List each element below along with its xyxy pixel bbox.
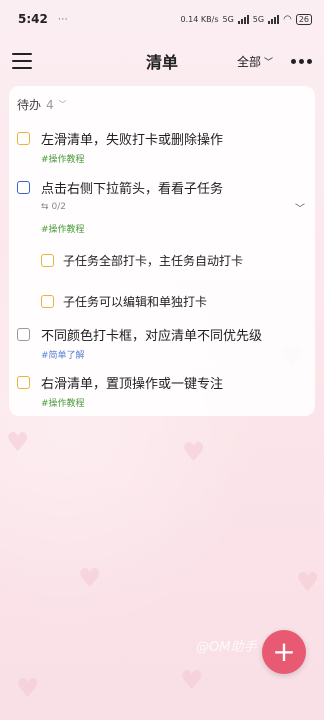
task-checkbox[interactable] [17,328,30,341]
wifi-icon: ◠ [283,13,292,25]
page-title: 清单 [145,53,178,72]
heart-decoration: ♥ [78,564,102,594]
heart-decoration: ♥ [180,666,204,696]
app-header: 清单 全部 ﹀ [0,40,324,82]
subtask-item[interactable]: 子任务全部打卡，主任务自动打卡 [9,248,315,278]
task-item[interactable]: 左滑清单，失败打卡或删除操作 #操作教程 [9,126,315,166]
task-checkbox[interactable] [17,181,30,194]
task-tag[interactable]: #简单了解 [41,348,85,361]
task-checkbox[interactable] [17,376,30,389]
signal-label: 5G [222,14,234,24]
more-icon[interactable] [291,58,312,64]
task-tag[interactable]: #操作教程 [41,152,85,165]
task-tag[interactable]: #操作教程 [41,222,85,235]
status-time: 5:42 [18,12,48,26]
subtask-item[interactable]: 子任务可以编辑和单独打卡 [9,289,315,319]
add-task-button[interactable]: + [262,630,306,674]
subtask-checkbox[interactable] [41,295,54,308]
signal-icon [268,14,280,24]
heart-decoration: ♥ [296,568,320,598]
heart-decoration: ♥ [16,674,40,704]
signal-icon [237,14,249,24]
task-title: 不同颜色打卡框，对应清单不同优先级 [41,329,263,344]
task-checkbox[interactable] [17,132,30,145]
task-item[interactable]: 右滑清单，置顶操作或一键专注 #操作教程 [9,370,315,410]
filter-label: 全部 [236,54,261,69]
status-icons: 0.14 KB/s 5G 5G ◠ 26 [180,13,312,25]
plus-icon: + [272,635,296,668]
heart-decoration: ♥ [182,438,206,468]
subtask-progress: ⇆ 0/2 [41,202,66,212]
subtask-icon: ⇆ [41,202,49,212]
expand-chevron-icon[interactable]: ﹀ [295,200,305,215]
chevron-down-icon: ﹀ [58,100,67,109]
net-speed: 0.14 KB/s [180,14,219,24]
heart-decoration: ♥ [6,428,30,458]
chevron-down-icon: ﹀ [263,57,273,68]
task-title: 点击右侧下拉箭头，看看子任务 [41,182,224,197]
task-title: 左滑清单，失败打卡或删除操作 [41,133,224,148]
subtask-title: 子任务可以编辑和单独打卡 [63,295,208,309]
section-header[interactable]: 待办 4 ﹀ [17,96,67,113]
signal-label: 5G [252,14,265,24]
subtask-checkbox[interactable] [41,254,54,267]
section-label: 待办 [17,98,42,112]
task-item[interactable]: 不同颜色打卡框，对应清单不同优先级 #简单了解 [9,322,315,362]
subtask-title: 子任务全部打卡，主任务自动打卡 [63,254,244,268]
section-count: 4 [46,97,54,112]
menu-icon[interactable] [12,53,32,69]
notification-dots: ⋯ [57,13,69,25]
task-tag[interactable]: #操作教程 [41,396,85,409]
battery-indicator: 26 [295,13,312,25]
filter-dropdown[interactable]: 全部 ﹀ [237,53,273,70]
task-title: 右滑清单，置顶操作或一键专注 [41,377,224,392]
status-bar: 5:42 ⋯ 0.14 KB/s 5G 5G ◠ 26 [0,0,324,38]
task-item[interactable]: 点击右侧下拉箭头，看看子任务 ⇆ 0/2 ﹀ #操作教程 [9,172,315,238]
subtask-count: 0/2 [51,202,67,212]
todo-card: 待办 4 ﹀ 左滑清单，失败打卡或删除操作 #操作教程 点击右侧下拉箭头，看看子… [9,86,315,416]
watermark: @OM助手 [196,640,257,655]
